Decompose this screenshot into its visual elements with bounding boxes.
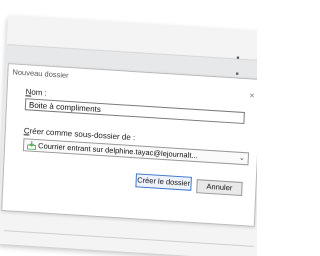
- parent-folder-value: Courrier entrant sur delphine.tayac@lejo…: [37, 141, 198, 161]
- new-folder-dialog: Nouveau dossier × Nom : Boite à complime…: [1, 63, 257, 227]
- dialog-title: Nouveau dossier: [12, 67, 69, 80]
- stage: ▪ ▪ Nouveau dossier × Nom : Boite à comp…: [0, 0, 257, 256]
- inbox-download-icon: [26, 141, 37, 150]
- name-label-rest: om :: [31, 87, 48, 98]
- name-label: Nom :: [25, 87, 47, 97]
- create-folder-button[interactable]: Créer le dossier: [135, 173, 192, 191]
- cancel-button[interactable]: Annuler: [196, 179, 243, 197]
- folder-name-input[interactable]: Boite à compliments: [24, 98, 245, 125]
- background-bullet: ▪: [236, 52, 240, 63]
- chevron-down-icon[interactable]: ⌄: [239, 153, 245, 165]
- close-icon[interactable]: ×: [249, 90, 255, 100]
- parent-folder-select[interactable]: Courrier entrant sur delphine.tayac@lejo…: [22, 138, 250, 166]
- app-screen: ▪ ▪ Nouveau dossier × Nom : Boite à comp…: [0, 16, 257, 256]
